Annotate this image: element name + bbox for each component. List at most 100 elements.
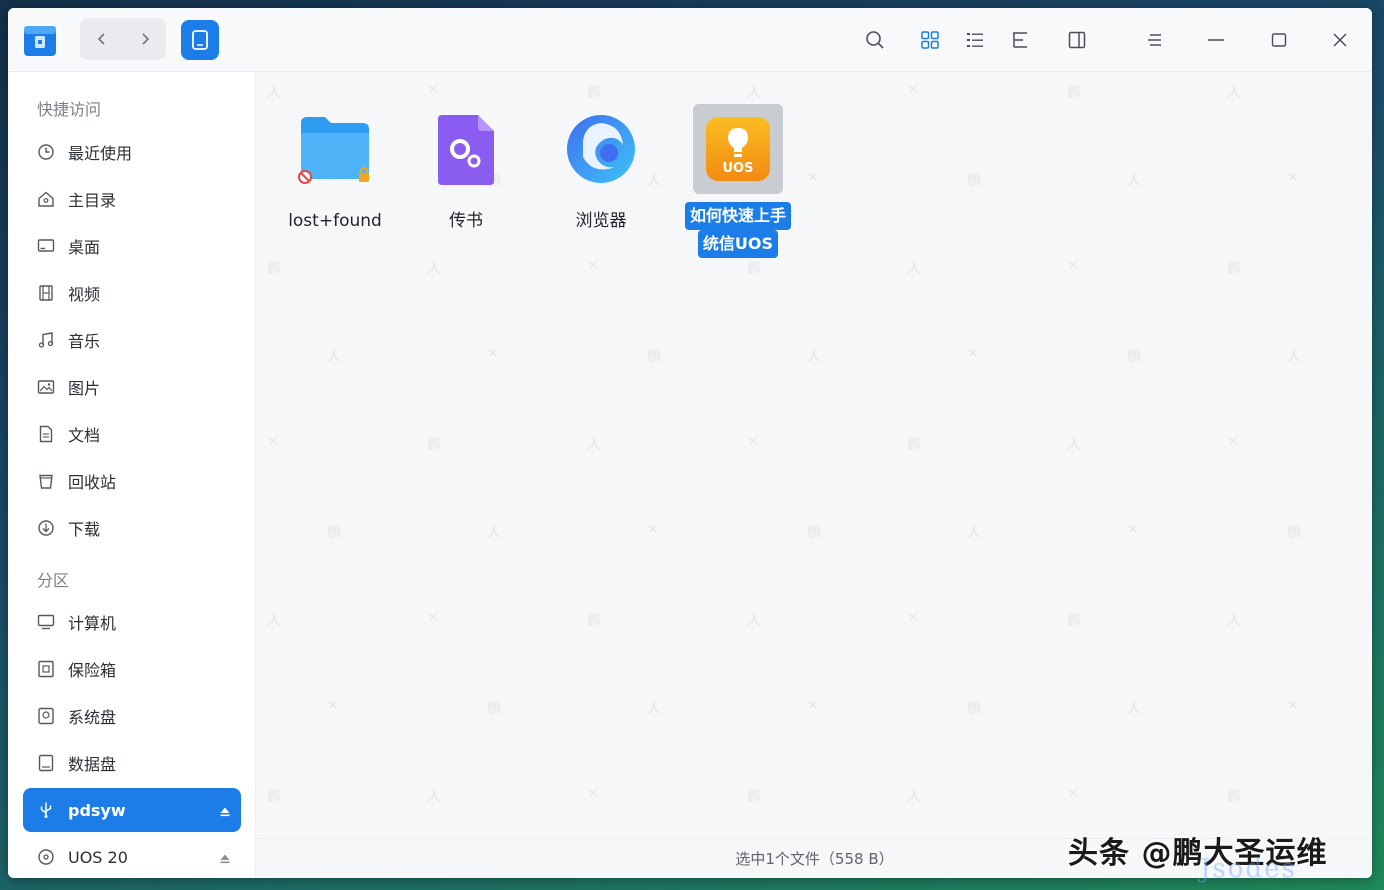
back-button[interactable] bbox=[80, 18, 123, 60]
sidebar-item-label: 桌面 bbox=[68, 238, 101, 257]
watermark-glyph: ✕ bbox=[487, 346, 499, 362]
file-item-uos-guide[interactable]: UOS 如何快速上手 统信UOS bbox=[680, 104, 796, 258]
clock-icon bbox=[37, 143, 55, 161]
tree-view-icon bbox=[1013, 32, 1027, 48]
sidebar-item-videos[interactable]: 视频 bbox=[23, 271, 241, 315]
watermark-glyph: 鹏 bbox=[327, 525, 341, 541]
sidebar-item-downloads[interactable]: 下载 bbox=[23, 506, 241, 550]
watermark-glyph: 鹏 bbox=[747, 261, 761, 277]
file-view-area[interactable]: 人✕鹏人✕鹏人✕鹏人✕鹏人✕鹏人✕鹏人✕鹏人✕鹏人✕鹏人✕鹏人✕鹏人✕鹏人✕鹏人… bbox=[257, 72, 1372, 878]
maximize-button[interactable] bbox=[1267, 28, 1291, 52]
chevron-left-icon bbox=[97, 33, 105, 45]
minimize-button[interactable] bbox=[1204, 28, 1228, 52]
watermark-glyph: ✕ bbox=[647, 522, 659, 538]
watermark-glyph: 鹏 bbox=[587, 613, 601, 629]
sidebar-item-label: 音乐 bbox=[68, 332, 101, 351]
close-button[interactable] bbox=[1328, 28, 1352, 52]
trash-icon bbox=[37, 472, 55, 490]
grid-view-icon bbox=[921, 31, 939, 49]
watermark-glyph: 鹏 bbox=[267, 261, 281, 277]
uos-guide-icon-label: UOS bbox=[723, 161, 754, 176]
file-item-lost-found[interactable]: lost+found bbox=[277, 104, 393, 234]
sidebar-item-label: 下载 bbox=[68, 520, 101, 539]
watermark-glyph: 鹏 bbox=[967, 173, 981, 189]
settings-file-icon bbox=[421, 104, 511, 194]
watermark-glyph: 鹏 bbox=[907, 437, 921, 453]
watermark-glyph: 人 bbox=[967, 525, 981, 541]
sidebar: 快捷访问 最近使用 主目录 桌面 视频 音乐 图片 文档 回收站 下载 分区 计… bbox=[8, 72, 256, 878]
icon-view-button[interactable] bbox=[918, 28, 942, 52]
file-name-line-1: 如何快速上手 bbox=[684, 202, 791, 230]
watermark-glyph: ✕ bbox=[1067, 786, 1079, 802]
sidebar-panel-icon bbox=[1068, 31, 1086, 49]
music-note-icon bbox=[37, 331, 55, 349]
main-menu-button[interactable] bbox=[1143, 28, 1167, 52]
optical-disc-icon bbox=[37, 848, 55, 866]
tree-view-button[interactable] bbox=[1008, 28, 1032, 52]
search-icon bbox=[866, 31, 884, 49]
watermark-glyph: ✕ bbox=[587, 786, 599, 802]
watermark-glyph: ✕ bbox=[747, 434, 759, 450]
close-icon bbox=[1333, 33, 1347, 47]
usb-icon bbox=[37, 801, 55, 819]
file-item-browser[interactable]: 浏览器 bbox=[543, 104, 659, 234]
sidebar-item-trash[interactable]: 回收站 bbox=[23, 459, 241, 503]
sidebar-item-label: 主目录 bbox=[68, 191, 117, 210]
sidebar-item-uos20[interactable]: UOS 20 bbox=[23, 835, 241, 878]
eject-icon[interactable] bbox=[219, 850, 231, 864]
search-button[interactable] bbox=[863, 28, 887, 52]
sidebar-item-documents[interactable]: 文档 bbox=[23, 412, 241, 456]
sidebar-item-label: 最近使用 bbox=[68, 144, 133, 163]
watermark-glyph: ✕ bbox=[907, 610, 919, 626]
watermark-glyph: ✕ bbox=[1227, 434, 1239, 450]
sidebar-item-label: 图片 bbox=[68, 379, 101, 398]
watermark-glyph: 鹏 bbox=[587, 85, 601, 101]
disk-icon bbox=[37, 754, 55, 772]
watermark-glyph: 人 bbox=[267, 613, 281, 629]
file-name: 传书 bbox=[449, 211, 483, 231]
watermark-glyph: 鹏 bbox=[1127, 349, 1141, 365]
sidebar-section-quick-access: 快捷访问 bbox=[37, 100, 102, 119]
watermark-glyph: 鹏 bbox=[1067, 85, 1081, 101]
folder-locked-icon bbox=[290, 104, 380, 194]
sidebar-item-computer[interactable]: 计算机 bbox=[23, 600, 241, 644]
sidebar-item-data-disk[interactable]: 数据盘 bbox=[23, 741, 241, 785]
sidebar-item-home[interactable]: 主目录 bbox=[23, 177, 241, 221]
file-manager-logo-icon bbox=[22, 22, 58, 58]
details-panel-button[interactable] bbox=[1065, 28, 1089, 52]
watermark-glyph: 人 bbox=[807, 349, 821, 365]
eject-icon[interactable] bbox=[219, 803, 231, 817]
address-bar-toggle-button[interactable] bbox=[181, 20, 219, 60]
sidebar-item-system-disk[interactable]: 系统盘 bbox=[23, 694, 241, 738]
watermark-glyph: 鹏 bbox=[967, 701, 981, 717]
watermark-glyph: ✕ bbox=[967, 346, 979, 362]
document-icon bbox=[37, 425, 55, 443]
sidebar-item-label: 系统盘 bbox=[68, 708, 117, 727]
watermark-glyph: 鹏 bbox=[487, 701, 501, 717]
watermark-glyph: 鹏 bbox=[427, 437, 441, 453]
sidebar-item-usb-pdsyw[interactable]: pdsyw bbox=[23, 788, 241, 832]
watermark-glyph: ✕ bbox=[267, 434, 279, 450]
browser-icon bbox=[556, 104, 646, 194]
sidebar-item-vault[interactable]: 保险箱 bbox=[23, 647, 241, 691]
watermark-glyph: ✕ bbox=[1287, 698, 1299, 714]
watermark-glyph: 人 bbox=[1227, 85, 1241, 101]
watermark-glyph: 鹏 bbox=[807, 525, 821, 541]
file-item-chuanshu[interactable]: 传书 bbox=[408, 104, 524, 234]
navigation-buttons bbox=[80, 18, 166, 60]
safe-icon bbox=[37, 660, 55, 678]
list-view-button[interactable] bbox=[963, 28, 987, 52]
forward-button[interactable] bbox=[123, 18, 166, 60]
watermark-glyph: ✕ bbox=[427, 610, 439, 626]
file-name: lost+found bbox=[288, 211, 382, 231]
maximize-icon bbox=[1271, 33, 1287, 47]
watermark-glyph: 人 bbox=[587, 437, 601, 453]
sidebar-item-recent[interactable]: 最近使用 bbox=[23, 130, 241, 174]
file-manager-window: 快捷访问 最近使用 主目录 桌面 视频 音乐 图片 文档 回收站 下载 分区 计… bbox=[8, 8, 1372, 878]
sidebar-item-label: 数据盘 bbox=[68, 755, 117, 774]
sidebar-item-desktop[interactable]: 桌面 bbox=[23, 224, 241, 268]
watermark-glyph: 鹏 bbox=[1067, 613, 1081, 629]
sidebar-item-music[interactable]: 音乐 bbox=[23, 318, 241, 362]
watermark-glyph: ✕ bbox=[807, 698, 819, 714]
sidebar-item-pictures[interactable]: 图片 bbox=[23, 365, 241, 409]
